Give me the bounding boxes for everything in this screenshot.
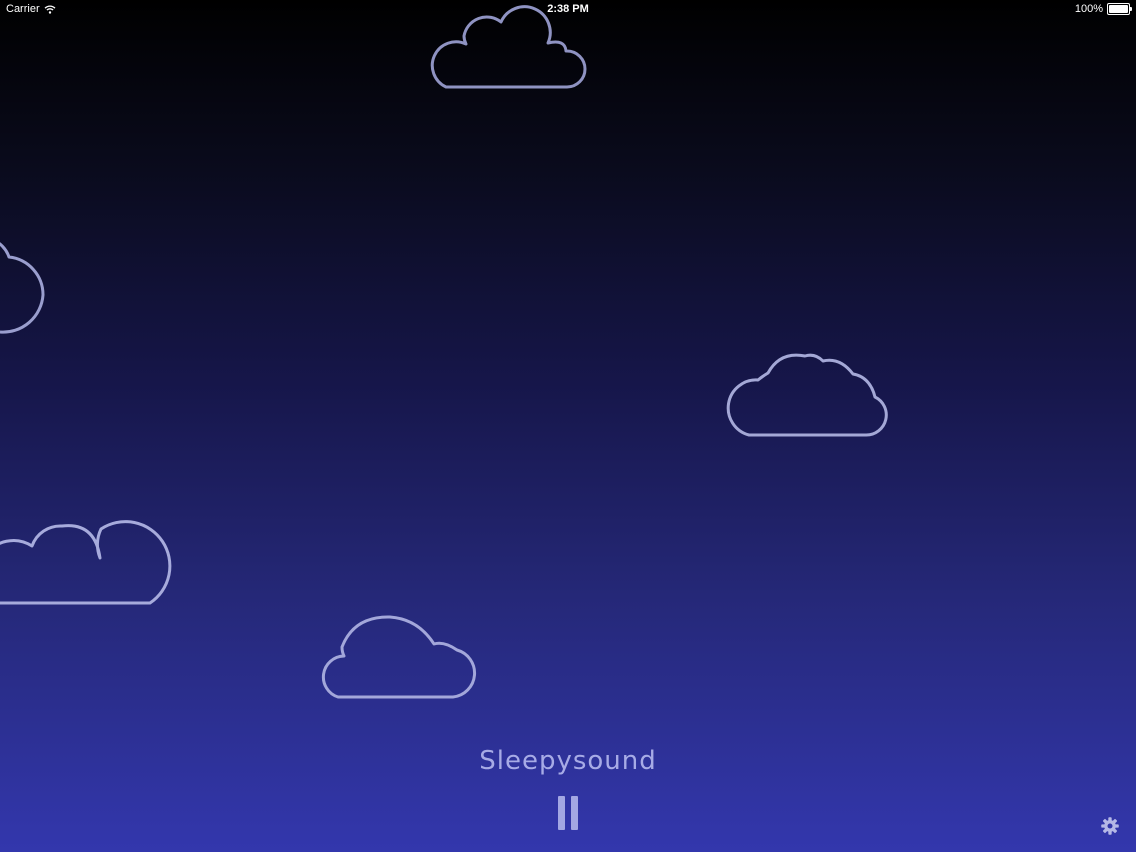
cloud-icon: [726, 353, 888, 437]
battery-percentage: 100%: [1074, 3, 1103, 15]
cloud-icon: [430, 5, 587, 89]
status-right: 100%: [1074, 3, 1132, 15]
battery-cap: [1130, 7, 1132, 11]
pause-bar-right: [571, 796, 578, 830]
app-title: Sleepysound: [479, 746, 657, 776]
pause-bar-left: [558, 796, 565, 830]
gear-icon: [1101, 817, 1119, 835]
settings-button[interactable]: [1100, 816, 1120, 836]
cloud-icon: [0, 520, 172, 605]
cloud-icon: [321, 615, 477, 699]
cloud-icon: [0, 242, 45, 334]
battery-icon: [1107, 3, 1132, 15]
battery-fill: [1109, 5, 1128, 13]
pause-button[interactable]: [552, 792, 584, 834]
